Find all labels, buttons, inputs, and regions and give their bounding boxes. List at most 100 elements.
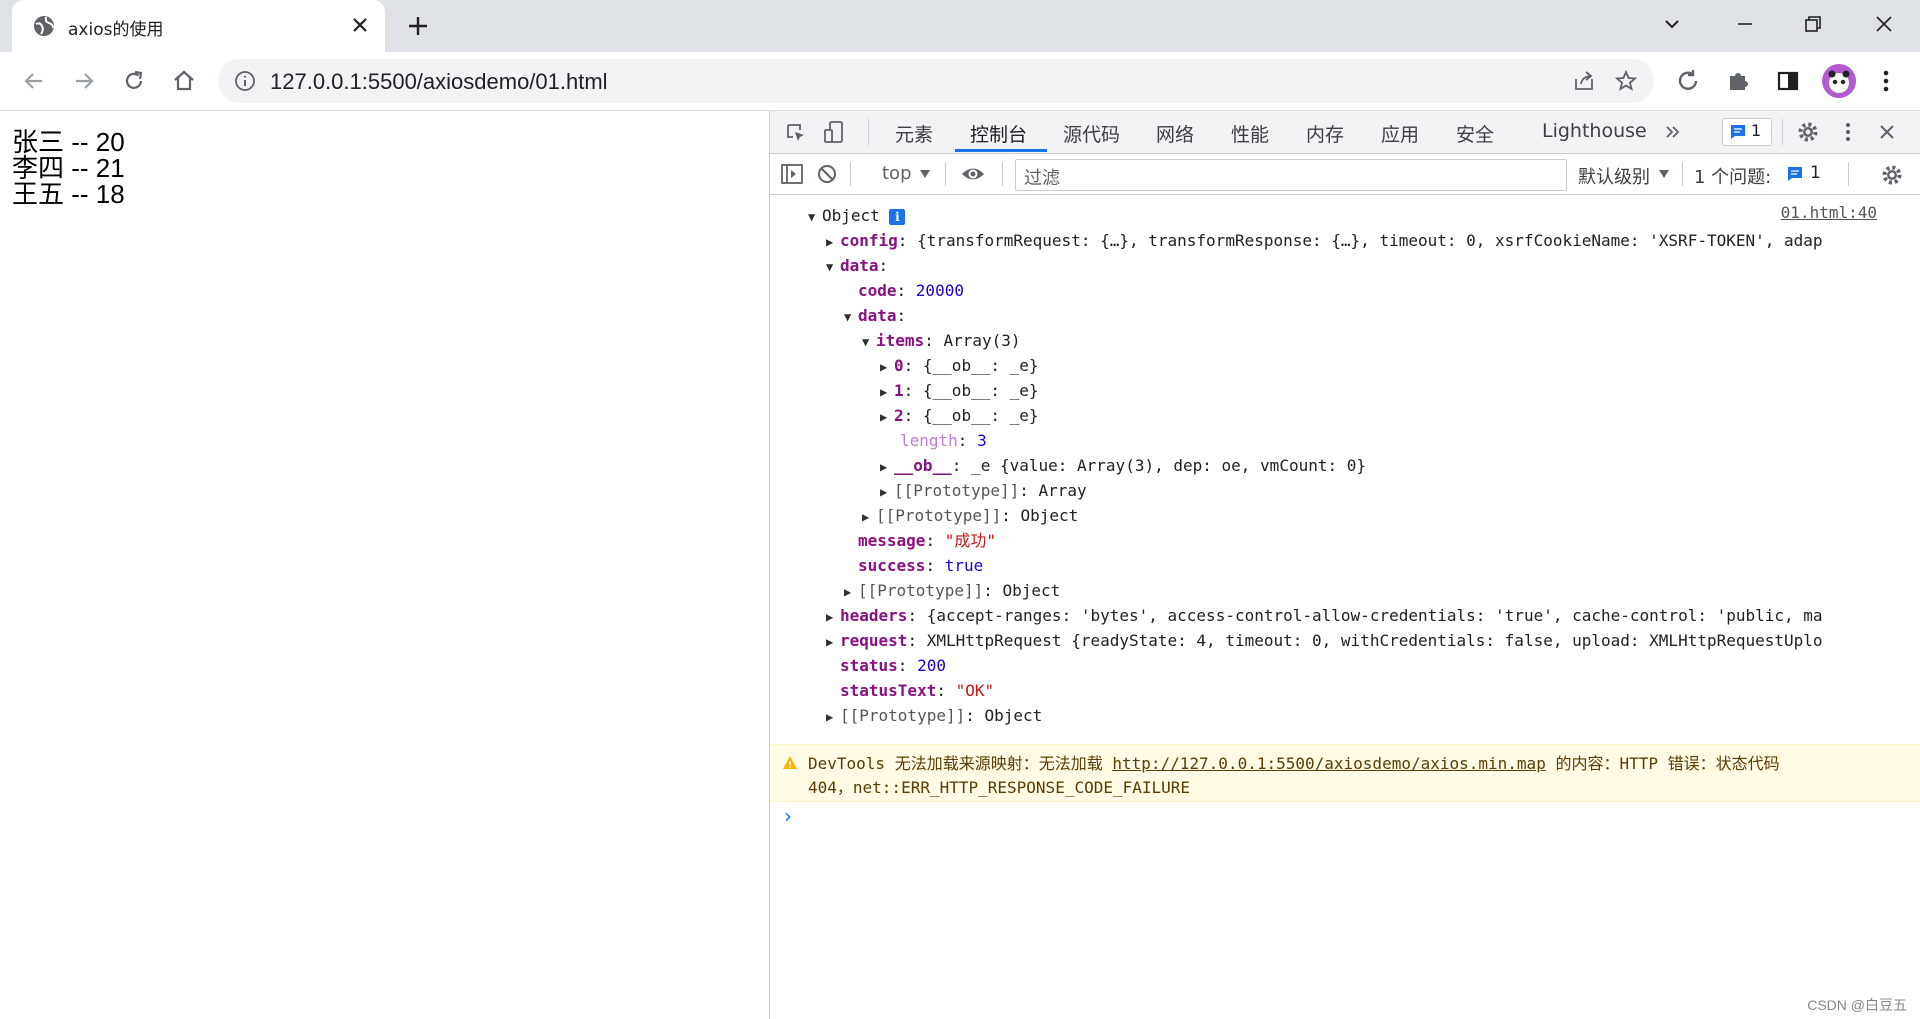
tab-network[interactable]: 网络 bbox=[1156, 120, 1194, 147]
address-bar[interactable]: 127.0.0.1:5500/axiosdemo/01.html bbox=[218, 59, 1654, 103]
warning-icon bbox=[782, 755, 798, 771]
expanded-triangle-icon[interactable]: ▼ bbox=[844, 305, 858, 330]
headers-row[interactable]: ▶ headers: {accept-ranges: 'bytes', acces… bbox=[826, 603, 1823, 630]
warning-url[interactable]: http://127.0.0.1:5500/axiosdemo/axios.mi… bbox=[1112, 754, 1545, 773]
item-row[interactable]: ▶ 0: {__ob__: _e} bbox=[880, 353, 1039, 380]
issues-badge[interactable]: 1 bbox=[1722, 118, 1772, 146]
collapsed-triangle-icon[interactable]: ▶ bbox=[880, 355, 894, 380]
more-menu-icon[interactable] bbox=[1872, 67, 1900, 95]
collapsed-triangle-icon[interactable]: ▶ bbox=[826, 705, 840, 730]
extension-reload-icon[interactable] bbox=[1674, 67, 1702, 95]
data-row[interactable]: ▼ data: bbox=[826, 253, 888, 280]
tab-console[interactable]: 控制台 bbox=[970, 120, 1027, 147]
tab-security[interactable]: 安全 bbox=[1456, 120, 1494, 147]
source-link[interactable]: 01.html:40 bbox=[1781, 203, 1877, 222]
console-settings-gear-icon[interactable] bbox=[1880, 163, 1904, 187]
prototype-row[interactable]: ▶ [[Prototype]]: Object bbox=[844, 578, 1060, 605]
browser-tab[interactable]: axios的使用 bbox=[12, 0, 385, 52]
tab-strip: axios的使用 bbox=[0, 0, 1920, 52]
toolbar-divider bbox=[868, 119, 869, 145]
item-row[interactable]: ▶ 2: {__ob__: _e} bbox=[880, 403, 1039, 430]
tab-sources[interactable]: 源代码 bbox=[1063, 120, 1120, 147]
globe-icon bbox=[32, 14, 56, 38]
close-tab-icon[interactable] bbox=[349, 14, 371, 36]
toolbar-divider bbox=[1848, 162, 1849, 186]
prototype-row[interactable]: ▶ [[Prototype]]: Object bbox=[862, 503, 1078, 530]
length-row: length: 3 bbox=[900, 431, 987, 450]
close-devtools-icon[interactable] bbox=[1876, 121, 1898, 143]
success-row: success: true bbox=[858, 556, 984, 575]
bookmark-star-icon[interactable] bbox=[1614, 69, 1638, 93]
status-row: status: 200 bbox=[840, 656, 946, 675]
inner-data-row[interactable]: ▼ data: bbox=[844, 303, 906, 330]
prototype-row[interactable]: ▶ [[Prototype]]: Array bbox=[880, 478, 1087, 505]
restore-icon[interactable] bbox=[1801, 12, 1825, 36]
side-panel-icon[interactable] bbox=[1774, 67, 1802, 95]
reload-icon[interactable] bbox=[120, 67, 148, 95]
collapsed-triangle-icon[interactable]: ▶ bbox=[844, 580, 858, 605]
home-icon[interactable] bbox=[170, 67, 198, 95]
collapsed-triangle-icon[interactable]: ▶ bbox=[880, 405, 894, 430]
code-row: code: 20000 bbox=[858, 281, 964, 300]
collapsed-triangle-icon[interactable]: ▶ bbox=[862, 505, 876, 530]
device-toolbar-icon[interactable] bbox=[822, 120, 846, 146]
collapsed-triangle-icon[interactable]: ▶ bbox=[826, 230, 840, 255]
issues-label[interactable]: 1 个问题: bbox=[1694, 163, 1771, 189]
toolbar-divider bbox=[1682, 162, 1683, 186]
info-icon[interactable]: i bbox=[889, 209, 906, 225]
log-level-dropdown-icon[interactable] bbox=[1658, 169, 1670, 179]
new-tab-icon[interactable] bbox=[404, 12, 432, 40]
context-dropdown-icon[interactable] bbox=[919, 169, 931, 179]
warning-line2: 404，net::ERR_HTTP_RESPONSE_CODE_FAILURE bbox=[808, 778, 1191, 797]
items-row[interactable]: ▼ items: Array(3) bbox=[862, 328, 1021, 355]
collapsed-triangle-icon[interactable]: ▶ bbox=[826, 605, 840, 630]
request-row[interactable]: ▶ request: XMLHttpRequest {readyState: 4,… bbox=[826, 628, 1823, 655]
console-prompt-icon[interactable]: › bbox=[784, 804, 792, 828]
page-content: 张三 -- 20 李四 -- 21 王五 -- 18 bbox=[0, 111, 769, 1019]
tab-lighthouse[interactable]: Lighthouse bbox=[1542, 120, 1647, 142]
live-expression-eye-icon[interactable] bbox=[960, 163, 986, 185]
profile-avatar[interactable] bbox=[1822, 64, 1856, 98]
minimize-icon[interactable] bbox=[1733, 12, 1757, 36]
prototype-row[interactable]: ▶ [[Prototype]]: Object bbox=[826, 703, 1042, 730]
message-icon bbox=[1730, 124, 1746, 140]
collapsed-triangle-icon[interactable]: ▶ bbox=[880, 480, 894, 505]
expanded-triangle-icon[interactable]: ▼ bbox=[826, 255, 840, 280]
tab-title: axios的使用 bbox=[68, 20, 164, 40]
toolbar-divider bbox=[1002, 162, 1003, 186]
clear-console-icon[interactable] bbox=[816, 163, 838, 185]
sourcemap-warning: DevTools 无法加载来源映射：无法加载 http://127.0.0.1:… bbox=[770, 744, 1920, 802]
share-icon[interactable] bbox=[1572, 69, 1596, 93]
settings-gear-icon[interactable] bbox=[1796, 120, 1820, 144]
ob-row[interactable]: ▶ __ob__: _e {value: Array(3), dep: oe, v… bbox=[880, 453, 1366, 480]
config-row[interactable]: ▶ config: {transformRequest: {…}, transfo… bbox=[826, 228, 1823, 255]
inspect-element-icon[interactable] bbox=[784, 121, 808, 145]
tab-elements[interactable]: 元素 bbox=[895, 120, 933, 147]
collapsed-triangle-icon[interactable]: ▶ bbox=[880, 380, 894, 405]
site-info-icon[interactable] bbox=[234, 70, 256, 92]
context-selector[interactable]: top bbox=[882, 163, 912, 184]
tab-application[interactable]: 应用 bbox=[1381, 120, 1419, 147]
forward-icon[interactable] bbox=[70, 67, 98, 95]
devtools-tab-bar: 元素 控制台 源代码 网络 性能 内存 应用 安全 Lighthouse 1 bbox=[770, 111, 1920, 154]
close-window-icon[interactable] bbox=[1872, 12, 1896, 36]
issues-badge-count: 1 bbox=[1751, 121, 1762, 140]
collapsed-triangle-icon[interactable]: ▶ bbox=[880, 455, 894, 480]
url-text[interactable]: 127.0.0.1:5500/axiosdemo/01.html bbox=[270, 69, 608, 95]
expanded-triangle-icon[interactable]: ▼ bbox=[862, 330, 876, 355]
log-level-selector[interactable]: 默认级别 bbox=[1578, 163, 1650, 189]
item-row[interactable]: ▶ 1: {__ob__: _e} bbox=[880, 378, 1039, 405]
log-root[interactable]: ▼ Object i bbox=[808, 203, 906, 230]
tab-search-icon[interactable] bbox=[1660, 12, 1684, 36]
console-filter-input[interactable]: 过滤 bbox=[1015, 159, 1567, 191]
collapsed-triangle-icon[interactable]: ▶ bbox=[826, 630, 840, 655]
extensions-puzzle-icon[interactable] bbox=[1724, 67, 1752, 95]
expanded-triangle-icon[interactable]: ▼ bbox=[808, 205, 822, 230]
tab-memory[interactable]: 内存 bbox=[1306, 120, 1344, 147]
back-icon[interactable] bbox=[20, 67, 48, 95]
active-tab-indicator bbox=[955, 149, 1047, 152]
tab-performance[interactable]: 性能 bbox=[1231, 120, 1269, 147]
sidebar-toggle-icon[interactable] bbox=[780, 163, 804, 185]
more-tabs-chevron-icon[interactable] bbox=[1663, 122, 1683, 142]
devtools-menu-icon[interactable] bbox=[1836, 120, 1860, 144]
